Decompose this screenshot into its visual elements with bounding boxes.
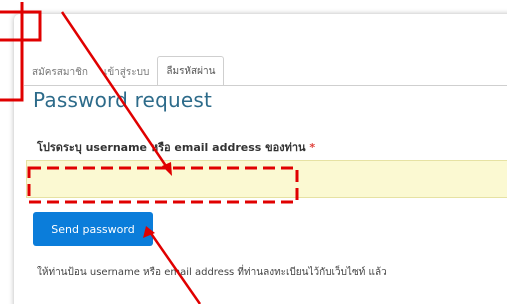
tab-forgot-password[interactable]: ลืมรหัสผ่าน [157, 56, 225, 86]
help-text: ให้ท่านป้อน username หรือ email address … [37, 267, 387, 278]
tab-bar: สมัครสมาชิก เข้าสู่ระบบ ลืมรหัสผ่าน [24, 56, 225, 86]
username-email-input[interactable] [26, 160, 507, 198]
tab-divider [24, 85, 507, 86]
required-mark: * [309, 141, 316, 154]
send-password-button[interactable]: Send password [33, 212, 153, 246]
page-title: Password request [33, 88, 213, 112]
tab-register[interactable]: สมัครสมาชิก [24, 65, 96, 86]
tab-login[interactable]: เข้าสู่ระบบ [96, 65, 157, 86]
username-field-label: โปรดระบุ username หรือ email address ของ… [37, 138, 315, 156]
screenshot-stage: สมัครสมาชิก เข้าสู่ระบบ ลืมรหัสผ่าน Pass… [0, 0, 507, 304]
username-field-label-text: โปรดระบุ username หรือ email address ของ… [37, 141, 306, 154]
